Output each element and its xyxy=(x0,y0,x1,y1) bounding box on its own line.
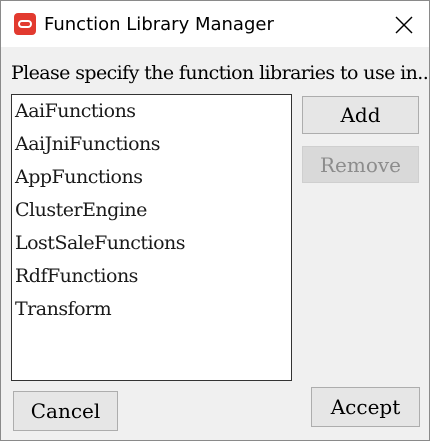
close-button[interactable] xyxy=(377,5,429,43)
function-library-manager-dialog: Function Library Manager Please specify … xyxy=(0,0,430,441)
list-item[interactable]: ClusterEngine xyxy=(15,199,147,221)
library-list[interactable]: AaiFunctions AaiJniFunctions AppFunction… xyxy=(11,94,292,381)
list-item[interactable]: LostSaleFunctions xyxy=(15,232,186,254)
cancel-button[interactable]: Cancel xyxy=(13,391,118,431)
remove-button[interactable]: Remove xyxy=(302,146,419,183)
list-item[interactable]: Transform xyxy=(15,298,112,320)
add-button[interactable]: Add xyxy=(302,96,419,134)
list-item[interactable]: RdfFunctions xyxy=(15,265,138,287)
accept-button[interactable]: Accept xyxy=(311,387,420,427)
list-item[interactable]: AaiFunctions xyxy=(15,100,136,122)
list-item[interactable]: AppFunctions xyxy=(15,166,143,188)
oracle-app-icon xyxy=(14,13,36,35)
instruction-text: Please specify the function libraries to… xyxy=(11,62,430,84)
list-item[interactable]: AaiJniFunctions xyxy=(15,133,161,155)
window-title: Function Library Manager xyxy=(44,14,274,35)
close-icon xyxy=(395,16,413,34)
title-bar: Function Library Manager xyxy=(1,1,429,47)
